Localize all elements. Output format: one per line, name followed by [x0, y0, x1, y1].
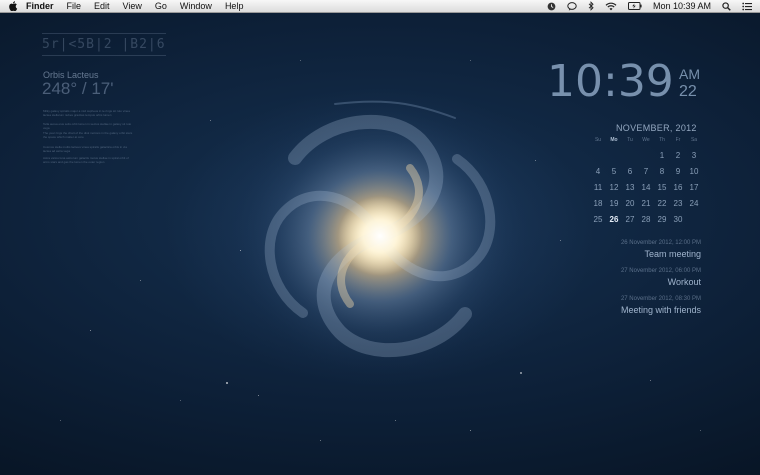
calendar-day[interactable]: 16 — [670, 180, 686, 196]
menu-bar-left: Finder File Edit View Go Window Help — [0, 0, 256, 12]
notification-center-icon[interactable] — [742, 2, 752, 11]
calendar-day-empty — [622, 148, 638, 164]
calendar-day[interactable]: 23 — [670, 196, 686, 212]
calendar-day[interactable]: 26 — [606, 212, 622, 228]
calendar-day[interactable]: 14 — [638, 180, 654, 196]
calendar-day[interactable]: 2 — [670, 148, 686, 164]
calendar-day[interactable]: 13 — [622, 180, 638, 196]
event-title[interactable]: Workout — [668, 277, 701, 287]
galaxy-wallpaper — [215, 88, 545, 388]
calendar-day-empty — [638, 148, 654, 164]
calendar-day[interactable]: 6 — [622, 164, 638, 180]
calendar-day[interactable]: 29 — [654, 212, 670, 228]
galaxy-description-3: The year rings the chart of the disk mot… — [43, 131, 133, 139]
calendar-day-empty — [590, 148, 606, 164]
calendar-day[interactable]: 12 — [606, 180, 622, 196]
calendar-day[interactable]: 5 — [606, 164, 622, 180]
calendar-day[interactable]: 27 — [622, 212, 638, 228]
clock-ampm: AM — [679, 66, 700, 82]
galaxy-description-1: Milky galaxy spiralis major a mid cepheu… — [43, 109, 130, 117]
time-machine-icon[interactable] — [547, 2, 556, 11]
calendar-day[interactable]: 15 — [654, 180, 670, 196]
calendar-weekday: Sa — [690, 137, 698, 143]
galaxy-description-2: Tella aurea eius solis orbit lumen in se… — [43, 122, 132, 130]
calendar-day[interactable]: 1 — [654, 148, 670, 164]
calendar-weekday: Fr — [675, 137, 681, 143]
bluetooth-icon[interactable] — [588, 1, 594, 11]
calendar-day[interactable]: 4 — [590, 164, 606, 180]
menu-view[interactable]: View — [123, 0, 142, 13]
calendar-day[interactable]: 18 — [590, 196, 606, 212]
calendar-day[interactable]: 7 — [638, 164, 654, 180]
calendar-day[interactable]: 17 — [686, 180, 702, 196]
cosmic-glyphs: 5r|<5B|2 |B2|6 — [42, 33, 166, 56]
calendar-day[interactable]: 20 — [622, 196, 638, 212]
calendar-weekday: Tu — [627, 137, 633, 143]
apple-logo-icon[interactable] — [9, 1, 18, 11]
calendar-weekday: Mo — [610, 137, 618, 143]
galaxy-description-5: Astra varios luna astrorum galactis motu… — [43, 156, 129, 164]
calendar-weekday: Th — [659, 137, 665, 143]
event-date: 27 November 2012, 08:30 PM — [620, 296, 701, 302]
menu-edit[interactable]: Edit — [94, 0, 110, 13]
calendar-month-title: NOVEMBER, 2012 — [616, 123, 697, 133]
menu-file[interactable]: File — [67, 0, 82, 13]
calendar-day[interactable]: 21 — [638, 196, 654, 212]
galaxy-description-4: Cosmos stella multis lacteus vinea spira… — [43, 145, 127, 153]
menu-go[interactable]: Go — [155, 0, 167, 13]
calendar-day[interactable]: 30 — [670, 212, 686, 228]
chat-icon[interactable] — [567, 1, 577, 11]
calendar-day[interactable]: 8 — [654, 164, 670, 180]
wifi-icon[interactable] — [605, 2, 617, 11]
menu-window[interactable]: Window — [180, 0, 212, 13]
menu-bar: Finder File Edit View Go Window Help Mon… — [0, 0, 760, 13]
calendar-day[interactable]: 3 — [686, 148, 702, 164]
menu-bar-right: Mon 10:39 AM — [536, 0, 760, 12]
calendar-grid: Su Mo Tu We Th Fr Sa 1 2 3 4 5 6 7 8 9 10 11 12 13 14… — [590, 136, 702, 228]
calendar-day[interactable]: 9 — [670, 164, 686, 180]
calendar-day[interactable]: 25 — [590, 212, 606, 228]
calendar-day-empty — [606, 148, 622, 164]
menu-help[interactable]: Help — [225, 0, 244, 13]
menu-bar-clock[interactable]: Mon 10:39 AM — [653, 0, 711, 13]
calendar-day[interactable]: 10 — [686, 164, 702, 180]
event-title[interactable]: Meeting with friends — [621, 305, 701, 315]
event-date: 27 November 2012, 06:00 PM — [620, 268, 701, 274]
clock-time: 10:39 — [547, 56, 674, 107]
menu-finder[interactable]: Finder — [26, 0, 54, 13]
calendar-weekday: We — [642, 137, 650, 143]
spotlight-search-icon[interactable] — [722, 1, 731, 11]
galaxy-coordinates: 248° / 17' — [42, 79, 114, 98]
event-title[interactable]: Team meeting — [644, 249, 701, 259]
battery-icon[interactable] — [627, 2, 642, 10]
calendar-day[interactable]: 19 — [606, 196, 622, 212]
clock-seconds: 22 — [679, 83, 697, 100]
calendar-weekday: Su — [594, 137, 602, 143]
calendar-day[interactable]: 24 — [686, 196, 702, 212]
event-date: 26 November 2012, 12:00 PM — [620, 240, 701, 246]
calendar-day[interactable]: 28 — [638, 212, 654, 228]
calendar-day[interactable]: 22 — [654, 196, 670, 212]
calendar-day-empty — [686, 212, 702, 228]
calendar-day[interactable]: 11 — [590, 180, 606, 196]
